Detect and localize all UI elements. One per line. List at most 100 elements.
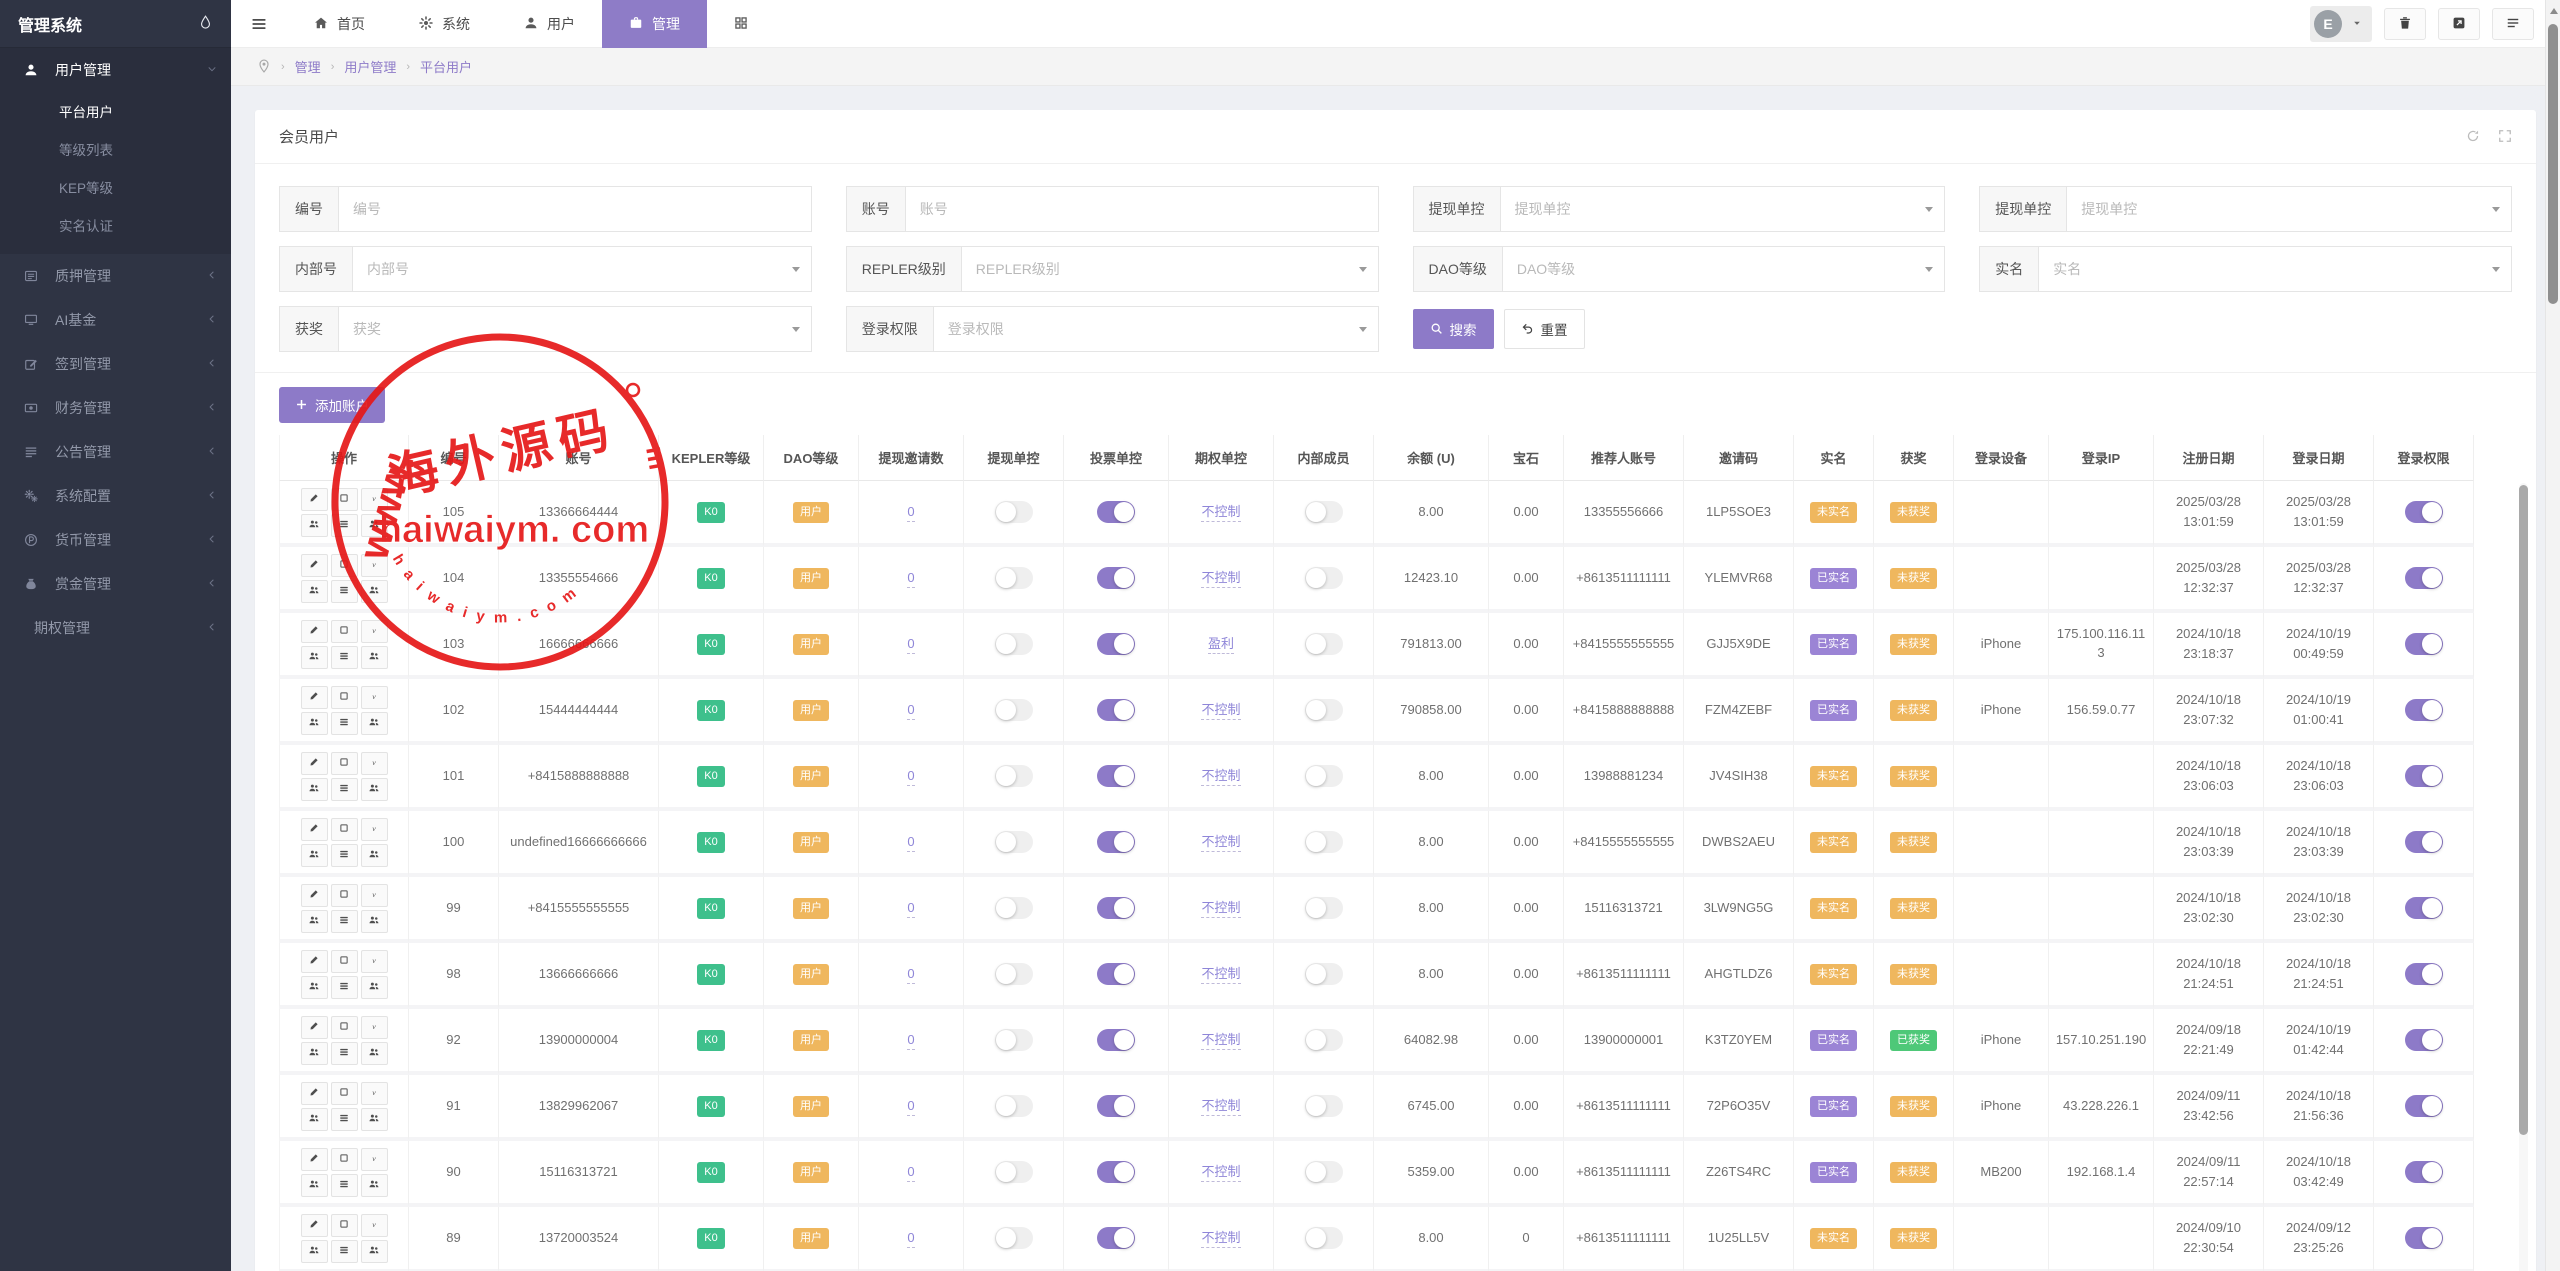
action-window-button[interactable] — [331, 884, 358, 907]
internal-member-toggle[interactable] — [1305, 567, 1343, 589]
withdraw-invites-link[interactable]: 0 — [907, 1032, 914, 1050]
获奖-select[interactable]: 获奖 — [338, 306, 812, 352]
action-team-button[interactable] — [301, 778, 328, 801]
vote-control-toggle[interactable] — [1097, 1095, 1135, 1117]
search-button[interactable]: 搜索 — [1413, 309, 1494, 349]
提现单控-select[interactable]: 提现单控 — [2066, 186, 2512, 232]
sidebar-subitem[interactable]: KEP等级 — [0, 170, 231, 208]
login-permission-toggle[interactable] — [2405, 1161, 2443, 1183]
reset-button[interactable]: 重置 — [1504, 309, 1585, 349]
internal-member-toggle[interactable] — [1305, 633, 1343, 655]
action-rows-button[interactable] — [331, 646, 358, 669]
action-window-button[interactable] — [331, 620, 358, 643]
external-link-button[interactable] — [2438, 8, 2480, 40]
internal-member-toggle[interactable] — [1305, 1161, 1343, 1183]
vote-control-toggle[interactable] — [1097, 699, 1135, 721]
option-control-link[interactable]: 不控制 — [1201, 702, 1240, 720]
withdraw-invites-link[interactable]: 0 — [907, 570, 914, 588]
action-edit-button[interactable] — [301, 554, 328, 577]
refresh-icon[interactable] — [2466, 129, 2480, 145]
action-team2-button[interactable] — [361, 910, 388, 933]
vote-control-toggle[interactable] — [1097, 1227, 1135, 1249]
sidebar-item-5[interactable]: 公告管理 — [0, 430, 231, 474]
action-edit-button[interactable] — [301, 1148, 328, 1171]
action-team-button[interactable] — [301, 514, 328, 537]
internal-member-toggle[interactable] — [1305, 831, 1343, 853]
vote-control-toggle[interactable] — [1097, 897, 1135, 919]
action-window-button[interactable] — [331, 1082, 358, 1105]
internal-member-toggle[interactable] — [1305, 765, 1343, 787]
option-control-link[interactable]: 不控制 — [1201, 570, 1240, 588]
action-window-button[interactable] — [331, 752, 358, 775]
action-edit-button[interactable] — [301, 686, 328, 709]
action-vine-button[interactable]: v — [361, 1082, 388, 1105]
internal-member-toggle[interactable] — [1305, 699, 1343, 721]
action-edit-button[interactable] — [301, 884, 328, 907]
withdraw-invites-link[interactable]: 0 — [907, 1230, 914, 1248]
fullscreen-icon[interactable] — [2498, 129, 2512, 145]
withdraw-control-toggle[interactable] — [995, 567, 1033, 589]
sidebar-item-4[interactable]: 财务管理 — [0, 386, 231, 430]
action-team2-button[interactable] — [361, 1174, 388, 1197]
withdraw-invites-link[interactable]: 0 — [907, 966, 914, 984]
action-vine-button[interactable]: v — [361, 1016, 388, 1039]
vote-control-toggle[interactable] — [1097, 831, 1135, 853]
action-team2-button[interactable] — [361, 580, 388, 603]
login-permission-toggle[interactable] — [2405, 1095, 2443, 1117]
action-rows-button[interactable] — [331, 844, 358, 867]
action-rows-button[interactable] — [331, 778, 358, 801]
action-edit-button[interactable] — [301, 1214, 328, 1237]
withdraw-invites-link[interactable]: 0 — [907, 636, 914, 654]
withdraw-invites-link[interactable]: 0 — [907, 702, 914, 720]
action-team2-button[interactable] — [361, 1108, 388, 1131]
table-scrollbar-thumb[interactable] — [2519, 485, 2528, 1135]
sidebar-item-9[interactable]: 期权管理 — [0, 606, 231, 650]
action-team-button[interactable] — [301, 910, 328, 933]
internal-member-toggle[interactable] — [1305, 897, 1343, 919]
withdraw-control-toggle[interactable] — [995, 765, 1033, 787]
option-control-link[interactable]: 不控制 — [1201, 1032, 1240, 1050]
vote-control-toggle[interactable] — [1097, 963, 1135, 985]
action-team2-button[interactable] — [361, 1042, 388, 1065]
action-team-button[interactable] — [301, 844, 328, 867]
login-permission-toggle[interactable] — [2405, 633, 2443, 655]
option-control-link[interactable]: 不控制 — [1201, 504, 1240, 522]
withdraw-invites-link[interactable]: 0 — [907, 1164, 914, 1182]
top-nav-home[interactable]: 首页 — [287, 0, 392, 48]
withdraw-invites-link[interactable]: 0 — [907, 834, 914, 852]
登录权限-select[interactable]: 登录权限 — [933, 306, 1379, 352]
login-permission-toggle[interactable] — [2405, 567, 2443, 589]
编号-input[interactable] — [338, 186, 812, 232]
withdraw-invites-link[interactable]: 0 — [907, 504, 914, 522]
sidebar-item-3[interactable]: 签到管理 — [0, 342, 231, 386]
action-team-button[interactable] — [301, 976, 328, 999]
action-vine-button[interactable]: v — [361, 488, 388, 511]
top-nav-user[interactable]: 用户 — [497, 0, 602, 48]
action-vine-button[interactable]: v — [361, 1214, 388, 1237]
sidebar-subitem[interactable]: 实名认证 — [0, 208, 231, 246]
action-window-button[interactable] — [331, 818, 358, 841]
action-window-button[interactable] — [331, 1016, 358, 1039]
action-vine-button[interactable]: v — [361, 950, 388, 973]
action-rows-button[interactable] — [331, 1240, 358, 1263]
top-nav-system[interactable]: 系统 — [392, 0, 497, 48]
action-team2-button[interactable] — [361, 976, 388, 999]
action-rows-button[interactable] — [331, 1174, 358, 1197]
action-team-button[interactable] — [301, 712, 328, 735]
vote-control-toggle[interactable] — [1097, 501, 1135, 523]
action-team-button[interactable] — [301, 1240, 328, 1263]
withdraw-invites-link[interactable]: 0 — [907, 768, 914, 786]
option-control-link[interactable]: 不控制 — [1201, 1230, 1240, 1248]
action-window-button[interactable] — [331, 686, 358, 709]
vote-control-toggle[interactable] — [1097, 567, 1135, 589]
login-permission-toggle[interactable] — [2405, 831, 2443, 853]
action-edit-button[interactable] — [301, 620, 328, 643]
breadcrumb-link[interactable]: 用户管理 — [344, 57, 396, 76]
withdraw-invites-link[interactable]: 0 — [907, 1098, 914, 1116]
sidebar-subitem[interactable]: 等级列表 — [0, 132, 231, 170]
withdraw-control-toggle[interactable] — [995, 831, 1033, 853]
list-button[interactable] — [2492, 8, 2534, 40]
action-team2-button[interactable] — [361, 646, 388, 669]
action-team-button[interactable] — [301, 1108, 328, 1131]
withdraw-control-toggle[interactable] — [995, 699, 1033, 721]
